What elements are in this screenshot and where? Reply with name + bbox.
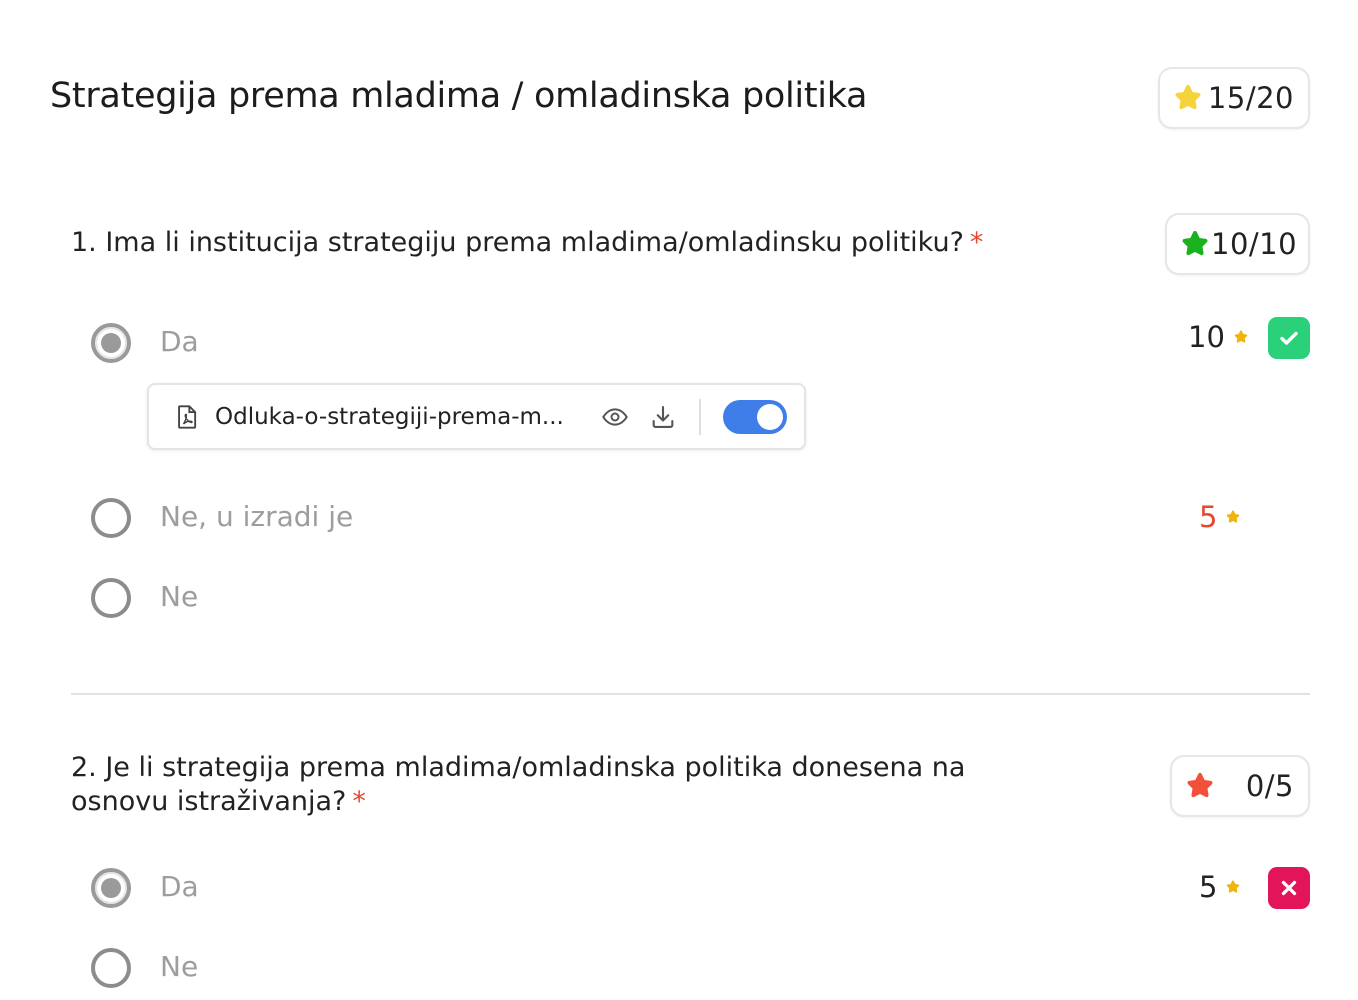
incorrect-status-badge [1268, 867, 1310, 909]
section-score-value: 15/20 [1207, 81, 1294, 115]
star-icon [1227, 880, 1240, 893]
question-2-label-line1: 2. Je li strategija prema mladima/omladi… [71, 752, 966, 783]
question-2-score-value: 0/5 [1245, 769, 1294, 803]
download-icon[interactable] [649, 403, 677, 431]
check-icon [1280, 331, 1298, 345]
required-marker: * [352, 786, 366, 817]
page-title: Strategija prema mladima / omladinska po… [50, 76, 868, 116]
attachment-visibility-toggle[interactable] [723, 399, 787, 434]
points-value: 10 [1188, 320, 1225, 354]
pdf-file-icon [178, 404, 197, 429]
question-1-score-badge: 10/10 [1165, 213, 1310, 275]
attachment-file-name[interactable]: Odluka-o-strategiji-prema-m... [215, 404, 581, 430]
q2-option-da-radio[interactable] [91, 868, 131, 908]
q1-option-ne-u-izradi-label[interactable]: Ne, u izradi je [160, 500, 353, 533]
question-2-label-line2: osnovu istraživanja? [71, 786, 347, 817]
required-marker: * [969, 227, 984, 258]
question-2-score-badge: 0/5 [1170, 755, 1310, 817]
star-icon [1227, 510, 1240, 523]
q1-option-da-points: 10 [1188, 320, 1249, 354]
question-2-text: 2. Je li strategija prema mladima/omladi… [71, 751, 965, 819]
q1-option-ne-radio[interactable] [91, 578, 131, 618]
star-yellow-icon [1172, 82, 1204, 114]
divider [699, 398, 701, 435]
attachment-file-card: Odluka-o-strategiji-prema-m... [147, 383, 806, 450]
points-value: 5 [1199, 500, 1218, 534]
q2-option-da-label[interactable]: Da [160, 870, 199, 903]
q2-option-ne-label[interactable]: Ne [160, 950, 198, 983]
close-icon [1281, 880, 1297, 896]
q1-option-ne-u-izradi-radio[interactable] [91, 498, 131, 538]
correct-status-badge [1268, 317, 1310, 359]
eye-icon[interactable] [601, 403, 629, 431]
q1-option-ne-u-izradi-points: 5 [1199, 500, 1241, 534]
question-1-text: 1. Ima li institucija strategiju prema m… [71, 226, 983, 260]
q2-option-da-points: 5 [1199, 870, 1241, 904]
star-red-icon [1184, 770, 1216, 802]
star-green-icon [1179, 228, 1211, 260]
question-divider [71, 693, 1310, 695]
q1-option-ne-label[interactable]: Ne [160, 580, 198, 613]
q1-option-da-label[interactable]: Da [160, 325, 199, 358]
q1-option-da-radio[interactable] [91, 323, 131, 363]
star-icon [1234, 330, 1248, 343]
points-value: 5 [1199, 870, 1218, 904]
q2-option-ne-radio[interactable] [91, 948, 131, 988]
question-1-label: 1. Ima li institucija strategiju prema m… [71, 227, 964, 258]
section-score-badge: 15/20 [1158, 67, 1310, 129]
question-1-score-value: 10/10 [1211, 227, 1298, 261]
